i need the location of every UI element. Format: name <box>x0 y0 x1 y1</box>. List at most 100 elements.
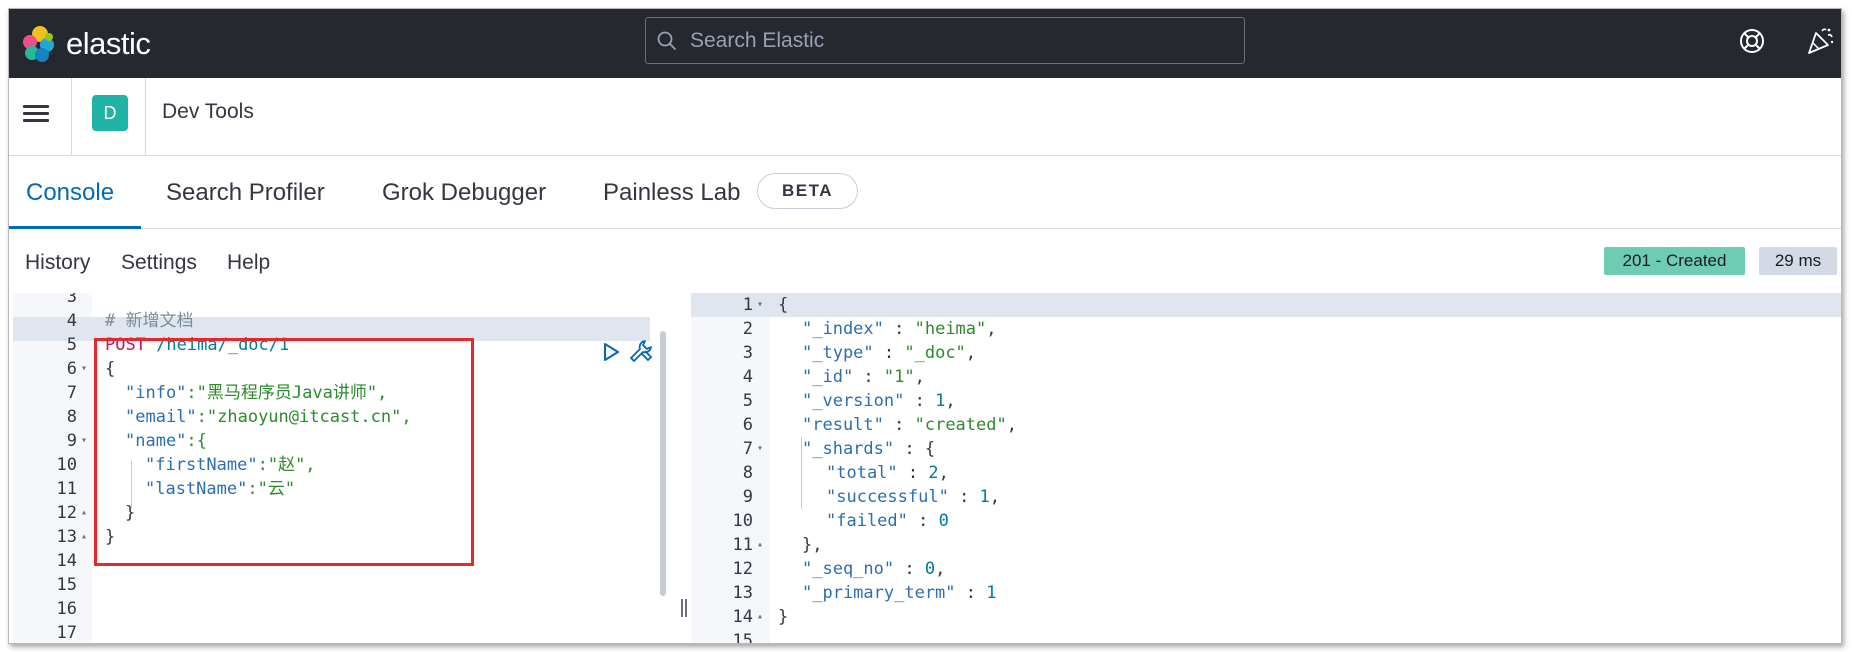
response-line: 2 "_index" : "heima", <box>691 317 1791 341</box>
help-link[interactable]: Help <box>227 251 270 275</box>
request-line: 15 <box>13 573 653 597</box>
line-number: 3 <box>66 293 77 307</box>
code-punctuation: { <box>778 295 789 315</box>
json-number: 0 <box>938 511 949 531</box>
elastic-logo[interactable]: elastic <box>19 19 151 69</box>
line-number: 14 <box>56 551 77 571</box>
fold-toggle-icon[interactable]: ▾ <box>81 357 87 381</box>
fold-toggle-icon[interactable]: ▾ <box>757 293 763 317</box>
tab-grok-debugger[interactable]: Grok Debugger <box>382 179 546 207</box>
logo-text: elastic <box>66 26 151 61</box>
space-avatar[interactable]: D <box>92 95 128 131</box>
json-separator: : <box>883 415 915 435</box>
code-punctuation: , <box>938 463 949 483</box>
line-number: 10 <box>732 511 753 531</box>
json-key: "_id" <box>802 367 854 387</box>
line-number: 13 <box>56 527 77 547</box>
tab-console[interactable]: Console <box>26 179 114 207</box>
settings-link[interactable]: Settings <box>121 251 197 275</box>
tab-painless-lab[interactable]: Painless Lab <box>603 179 740 207</box>
divider <box>145 78 146 156</box>
json-number: 1 <box>935 391 946 411</box>
code-punctuation: , <box>989 487 1001 507</box>
line-number: 4 <box>742 367 753 387</box>
line-number: 15 <box>732 631 753 644</box>
line-number: 5 <box>66 335 77 355</box>
fold-toggle-icon[interactable]: ▴ <box>757 605 763 629</box>
fold-toggle-icon[interactable]: ▾ <box>81 429 87 453</box>
json-key: "successful" <box>826 487 949 507</box>
fold-toggle-icon[interactable]: ▴ <box>757 533 763 557</box>
code-punctuation: { <box>924 439 936 459</box>
response-line: 3 "_type" : "_doc", <box>691 341 1791 365</box>
json-separator: : <box>948 487 980 507</box>
play-icon[interactable] <box>600 341 622 363</box>
line-number: 11 <box>732 535 753 555</box>
beta-badge: BETA <box>757 173 858 209</box>
global-search[interactable] <box>645 17 1245 64</box>
status-badge: 201 - Created <box>1604 247 1745 275</box>
code-punctuation: }, <box>802 535 823 555</box>
json-number: 2 <box>928 463 939 483</box>
breadcrumb-title: Dev Tools <box>162 100 254 123</box>
json-key: "total" <box>826 463 898 483</box>
response-line: 8 "total" : 2, <box>691 461 1791 485</box>
line-number: 12 <box>732 559 753 579</box>
code-text: { <box>778 293 788 317</box>
response-line: 13 "_primary_term" : 1 <box>691 581 1791 605</box>
json-value: "created" <box>914 415 1007 435</box>
code-punctuation: , <box>935 559 946 579</box>
request-scrollbar[interactable] <box>660 331 666 596</box>
line-number: 4 <box>66 311 77 331</box>
hamburger-icon <box>23 105 49 108</box>
newsfeed-icon[interactable] <box>1804 25 1836 57</box>
response-line: 15 <box>691 629 1791 644</box>
request-line: 4 # 新增文档 <box>13 309 653 333</box>
response-line: 11 ▴}, <box>691 533 1791 557</box>
json-separator: : <box>904 391 936 411</box>
help-icon[interactable] <box>1737 26 1767 56</box>
fold-toggle-icon[interactable]: ▴ <box>81 525 87 549</box>
json-key: "_primary_term" <box>802 583 956 603</box>
line-number: 6 <box>66 359 77 379</box>
response-line: 12 "_seq_no" : 0, <box>691 557 1791 581</box>
json-key: "result" <box>802 415 884 435</box>
request-line: 16 <box>13 597 653 621</box>
top-header: elastic <box>9 9 1841 78</box>
json-separator: : <box>894 439 925 459</box>
json-key: "_type" <box>802 343 874 363</box>
json-separator: : <box>894 559 925 579</box>
request-line: 3 <box>13 293 653 309</box>
timing-badge: 29 ms <box>1759 247 1837 275</box>
code-text: "_seq_no" : 0, <box>802 557 945 581</box>
wrench-icon[interactable] <box>628 338 654 364</box>
indent-guide <box>801 437 802 509</box>
menu-toggle-button[interactable] <box>23 102 49 128</box>
json-number: 0 <box>924 559 936 579</box>
line-number: 14 <box>732 607 753 627</box>
pane-resizer[interactable] <box>681 599 689 621</box>
response-line: 10 "failed" : 0 <box>691 509 1791 533</box>
json-key: "failed" <box>826 511 908 531</box>
line-number: 9 <box>742 487 753 507</box>
search-input[interactable] <box>690 28 1230 53</box>
json-key: "_seq_no" <box>802 559 895 579</box>
history-link[interactable]: History <box>25 251 90 275</box>
response-line: 5 "_version" : 1, <box>691 389 1791 413</box>
json-separator: : <box>907 511 939 531</box>
code-text: "_version" : 1, <box>802 389 956 413</box>
response-line: 1 ▾ { <box>691 293 1791 317</box>
json-value: "_doc" <box>904 343 966 363</box>
fold-toggle-icon[interactable]: ▴ <box>81 501 87 525</box>
code-text: # 新增文档 <box>105 309 193 333</box>
tab-search-profiler[interactable]: Search Profiler <box>166 179 325 207</box>
fold-toggle-icon[interactable]: ▾ <box>757 437 763 461</box>
line-number: 2 <box>742 319 753 339</box>
line-number: 12 <box>56 503 77 523</box>
response-line: 14 ▴} <box>691 605 1791 629</box>
code-punctuation: , <box>965 343 977 363</box>
divider <box>71 78 72 156</box>
line-number: 8 <box>66 407 77 427</box>
response-line: 6 "result" : "created", <box>691 413 1791 437</box>
json-value: "heima" <box>914 319 987 339</box>
